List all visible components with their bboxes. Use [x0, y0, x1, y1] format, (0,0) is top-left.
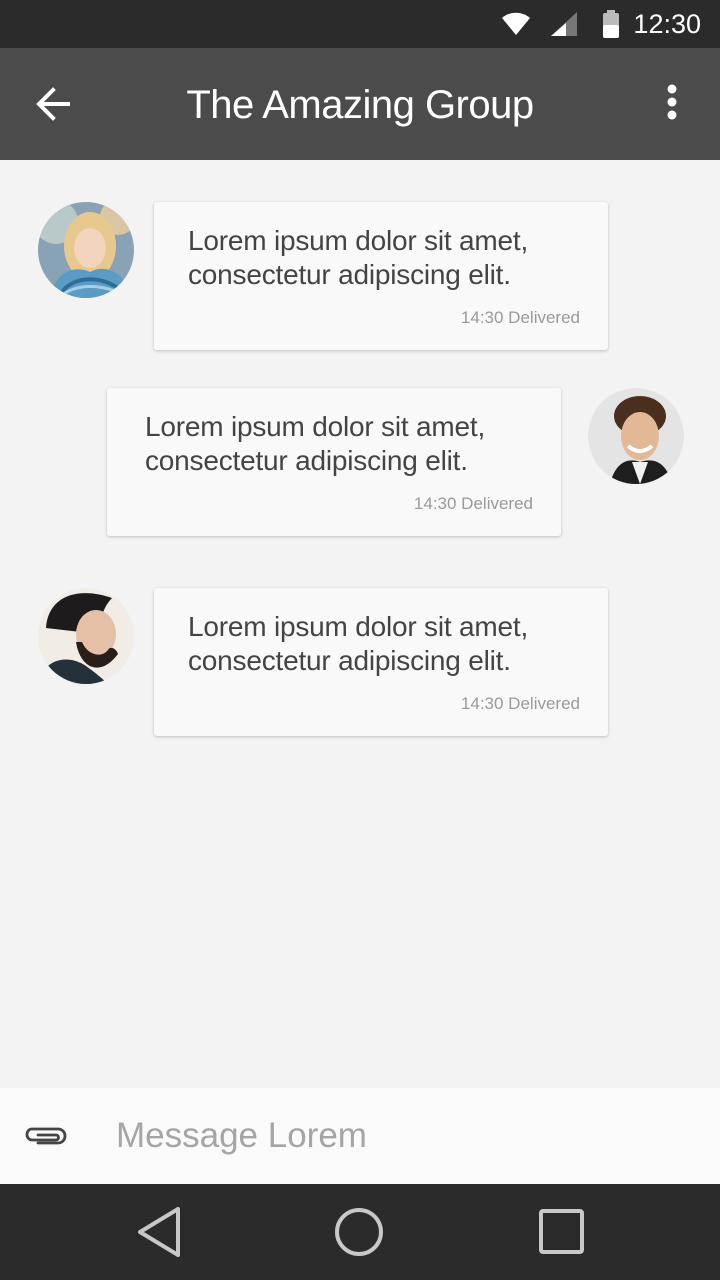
nav-back-button[interactable]: [132, 1206, 188, 1258]
battery-icon: [603, 10, 619, 38]
message-input[interactable]: [116, 1110, 676, 1162]
message-status: 14:30 Delivered: [460, 694, 580, 713]
avatar-curly-hair-man[interactable]: [588, 388, 684, 484]
attach-button[interactable]: [24, 1116, 68, 1156]
message-composer: [0, 1088, 720, 1184]
message-list[interactable]: Lorem ipsum dolor sit amet, consectetur …: [0, 160, 720, 1088]
more-vert-icon: [667, 84, 677, 120]
recents-square-icon: [539, 1209, 584, 1254]
message-status: 14:30 Delivered: [413, 494, 533, 513]
app-bar: The Amazing Group: [0, 48, 720, 160]
status-time: 12:30: [633, 9, 701, 39]
wifi-icon: [502, 12, 530, 35]
nav-home-button[interactable]: [331, 1206, 387, 1258]
cell-signal-icon: [551, 12, 577, 36]
message-bubble[interactable]: Lorem ipsum dolor sit amet, consectetur …: [154, 588, 608, 736]
nav-recents-button[interactable]: [534, 1206, 590, 1258]
message-bubble[interactable]: Lorem ipsum dolor sit amet, consectetur …: [154, 202, 608, 350]
message-bubble[interactable]: Lorem ipsum dolor sit amet, consectetur …: [107, 388, 561, 536]
message-text: Lorem ipsum dolor sit amet, consectetur …: [188, 611, 529, 676]
avatar-bearded-man[interactable]: [38, 588, 134, 684]
paperclip-icon: [25, 1127, 67, 1145]
message-text: Lorem ipsum dolor sit amet, consectetur …: [145, 411, 486, 476]
message-status: 14:30 Delivered: [460, 308, 580, 327]
home-circle-icon: [335, 1208, 383, 1256]
more-options-button[interactable]: [652, 78, 692, 130]
avatar-blonde-woman[interactable]: [38, 202, 134, 298]
back-triangle-icon: [138, 1207, 180, 1257]
message-text: Lorem ipsum dolor sit amet, consectetur …: [188, 225, 529, 290]
status-bar: 12:30: [0, 0, 720, 48]
system-nav-bar: [0, 1184, 720, 1280]
page-title: The Amazing Group: [186, 83, 534, 127]
